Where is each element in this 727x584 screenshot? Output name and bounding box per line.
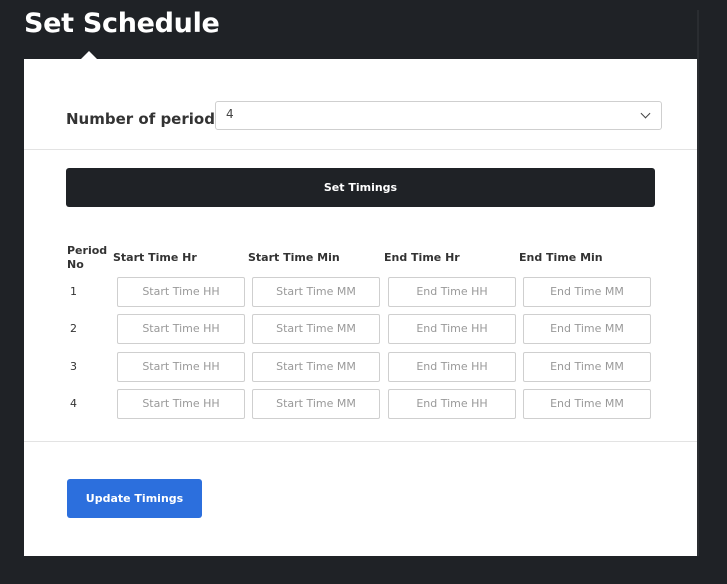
end-min-input[interactable]: End Time MM xyxy=(523,277,651,307)
divider-bottom xyxy=(24,441,697,442)
end-hr-input[interactable]: End Time HH xyxy=(388,314,516,344)
page-title: Set Schedule xyxy=(24,8,220,39)
start-hr-input[interactable]: Start Time HH xyxy=(117,277,245,307)
start-hr-input[interactable]: Start Time HH xyxy=(117,389,245,419)
header-end-hr: End Time Hr xyxy=(384,251,460,264)
periods-select-value: 4 xyxy=(226,107,234,121)
period-number: 4 xyxy=(70,397,77,410)
period-number: 2 xyxy=(70,322,77,335)
end-hr-input[interactable]: End Time HH xyxy=(388,352,516,382)
start-min-input[interactable]: Start Time MM xyxy=(252,389,380,419)
header-period-no: Period No xyxy=(67,244,108,271)
divider-top xyxy=(24,149,697,150)
update-timings-button[interactable]: Update Timings xyxy=(67,479,202,518)
periods-select[interactable]: 4 xyxy=(215,101,662,130)
end-hr-input[interactable]: End Time HH xyxy=(388,389,516,419)
start-hr-input[interactable]: Start Time HH xyxy=(117,314,245,344)
period-number: 3 xyxy=(70,360,77,373)
periods-row: Number of periods 4 xyxy=(24,59,697,149)
periods-label: Number of periods xyxy=(66,110,224,128)
start-min-input[interactable]: Start Time MM xyxy=(252,277,380,307)
period-number: 1 xyxy=(70,285,77,298)
end-min-input[interactable]: End Time MM xyxy=(523,389,651,419)
title-bar: Set Schedule xyxy=(0,0,727,59)
set-timings-button[interactable]: Set Timings xyxy=(66,168,655,207)
card-edge xyxy=(697,10,699,556)
pointer-caret xyxy=(81,51,97,59)
chevron-down-icon xyxy=(640,108,651,119)
end-min-input[interactable]: End Time MM xyxy=(523,352,651,382)
end-min-input[interactable]: End Time MM xyxy=(523,314,651,344)
start-hr-input[interactable]: Start Time HH xyxy=(117,352,245,382)
start-min-input[interactable]: Start Time MM xyxy=(252,314,380,344)
header-start-min: Start Time Min xyxy=(248,251,340,264)
start-min-input[interactable]: Start Time MM xyxy=(252,352,380,382)
end-hr-input[interactable]: End Time HH xyxy=(388,277,516,307)
schedule-card: Number of periods 4 Set Timings Period N… xyxy=(24,59,697,556)
header-start-hr: Start Time Hr xyxy=(113,251,197,264)
header-end-min: End Time Min xyxy=(519,251,603,264)
